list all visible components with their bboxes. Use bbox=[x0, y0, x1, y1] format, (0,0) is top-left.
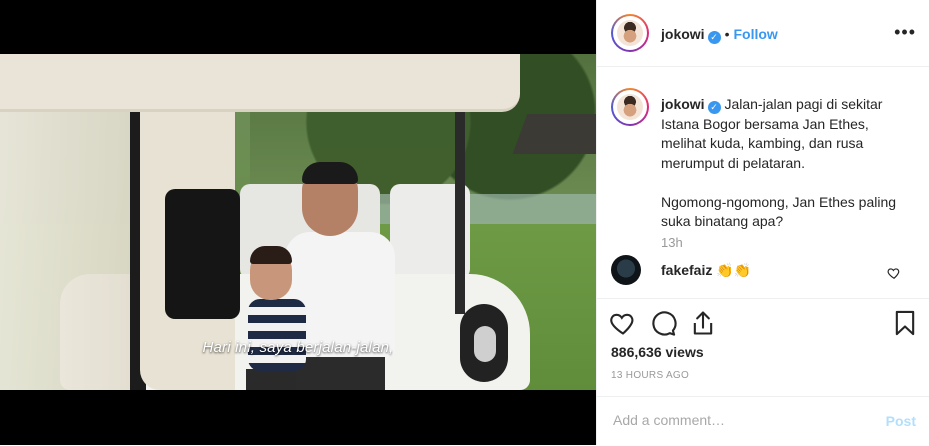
caption-timestamp[interactable]: 13h bbox=[661, 235, 683, 250]
caption-avatar[interactable] bbox=[611, 88, 649, 126]
verified-badge-icon: ✓ bbox=[707, 101, 721, 114]
boy-hair bbox=[250, 246, 292, 264]
post-timestamp[interactable]: 13 HOURS AGO bbox=[611, 370, 689, 381]
commenter-avatar[interactable] bbox=[611, 255, 641, 285]
comment-username-link[interactable]: fakefaiz bbox=[661, 262, 712, 278]
man-hair bbox=[302, 162, 358, 184]
username-link[interactable]: jokowi bbox=[661, 26, 705, 42]
verified-badge-icon: ✓ bbox=[707, 31, 721, 44]
video-player[interactable]: Hari ini, saya berjalan-jalan, bbox=[0, 54, 596, 390]
avatar-border bbox=[613, 90, 647, 124]
comment-like-heart-icon[interactable] bbox=[887, 266, 901, 280]
comment-icon[interactable] bbox=[649, 309, 677, 337]
add-comment-section: Post bbox=[597, 396, 929, 446]
video-subtitle: Hari ini, saya berjalan-jalan, bbox=[202, 339, 394, 356]
post-header: jokowi ✓ • Follow ••• bbox=[597, 0, 929, 67]
separator-dot: • bbox=[724, 26, 730, 42]
heart-icon[interactable] bbox=[609, 309, 637, 337]
action-bar bbox=[597, 298, 929, 349]
boy-shirt bbox=[248, 299, 306, 371]
bookmark-icon[interactable] bbox=[891, 309, 919, 337]
caption-text: Jalan-jalan pagi di sekitar Istana Bogor… bbox=[661, 96, 897, 229]
post-comment-button[interactable]: Post bbox=[886, 413, 916, 429]
gazebo bbox=[512, 114, 596, 154]
avatar-border bbox=[613, 16, 647, 50]
share-icon[interactable] bbox=[689, 309, 717, 337]
comment-input[interactable] bbox=[611, 411, 865, 429]
avatar-image bbox=[617, 20, 643, 46]
avatar[interactable] bbox=[611, 14, 649, 52]
follow-button[interactable]: Follow bbox=[733, 26, 777, 42]
boy-legs bbox=[246, 369, 296, 390]
comment-text: 👏👏 bbox=[716, 262, 752, 278]
post-caption: jokowi ✓ Jalan-jalan pagi di sekitar Ista… bbox=[661, 95, 906, 232]
post-media[interactable]: Hari ini, saya berjalan-jalan, bbox=[0, 0, 596, 445]
post-sidebar: jokowi ✓ • Follow ••• jokowi ✓ Jalan-jalan p… bbox=[596, 0, 929, 445]
cart-post-right bbox=[455, 94, 465, 314]
instagram-post-view: Hari ini, saya berjalan-jalan, jokowi ✓ • F… bbox=[0, 0, 929, 445]
cart-mirror bbox=[165, 189, 240, 319]
caption-username-link[interactable]: jokowi bbox=[661, 96, 705, 112]
man-legs bbox=[295, 354, 385, 390]
cart-roof bbox=[0, 54, 520, 112]
comment-item: fakefaiz 👏👏 bbox=[661, 262, 751, 279]
header-user-line: jokowi ✓ • Follow bbox=[661, 26, 778, 44]
view-count[interactable]: 886,636 views bbox=[611, 344, 704, 360]
avatar-image bbox=[617, 94, 643, 120]
more-options-icon[interactable]: ••• bbox=[894, 22, 916, 43]
